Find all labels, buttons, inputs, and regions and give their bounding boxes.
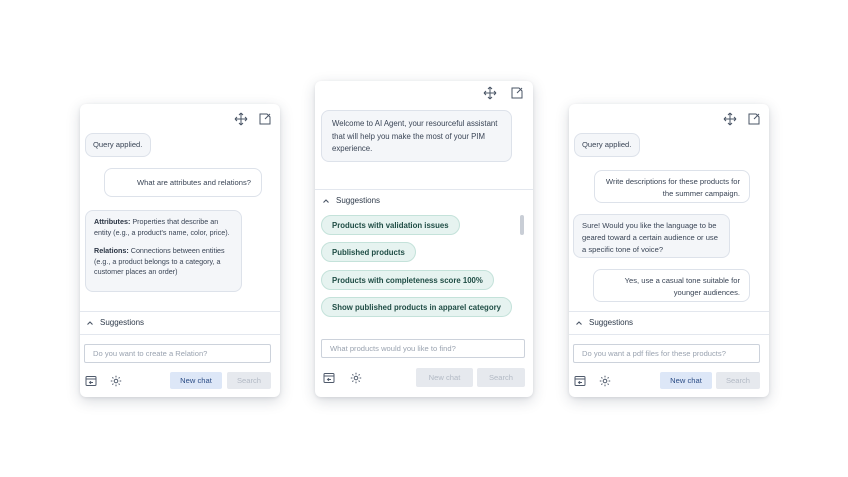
- suggestions-label: Suggestions: [336, 196, 381, 205]
- chat-history-icon[interactable]: [323, 372, 335, 384]
- chat-input[interactable]: Do you want to create a Relation?: [84, 344, 271, 363]
- gear-icon[interactable]: [599, 375, 611, 387]
- chevron-up-icon: [86, 319, 94, 327]
- search-button[interactable]: Search: [716, 372, 760, 389]
- new-chat-button[interactable]: New chat: [170, 372, 222, 389]
- suggestions-toggle[interactable]: Suggestions: [575, 318, 633, 327]
- chat-history-icon[interactable]: [85, 375, 97, 387]
- minimize-window-icon[interactable]: [258, 112, 272, 126]
- chat-panel-left: Query applied. What are attributes and r…: [80, 104, 280, 397]
- bot-message: Sure! Would you like the language to be …: [573, 214, 730, 258]
- divider: [315, 189, 533, 190]
- gear-icon[interactable]: [350, 372, 362, 384]
- attributes-definition: Attributes: Properties that describe an …: [94, 217, 230, 237]
- chat-history-icon[interactable]: [574, 375, 586, 387]
- user-message: Yes, use a casual tone suitable for youn…: [593, 269, 750, 302]
- divider: [569, 334, 769, 335]
- suggestions-label: Suggestions: [589, 318, 634, 327]
- new-chat-button[interactable]: New chat: [416, 368, 473, 387]
- chat-panel-right: Query applied. Write descriptions for th…: [569, 104, 769, 397]
- minimize-window-icon[interactable]: [510, 86, 524, 100]
- suggestion-chip[interactable]: Show published products in apparel categ…: [321, 297, 512, 317]
- user-message: What are attributes and relations?: [104, 168, 262, 197]
- chat-panel-center: Welcome to AI Agent, your resourceful as…: [315, 81, 533, 397]
- user-message: Write descriptions for these products fo…: [594, 170, 750, 203]
- new-chat-button[interactable]: New chat: [660, 372, 712, 389]
- divider: [569, 311, 769, 312]
- minimize-window-icon[interactable]: [747, 112, 761, 126]
- scrollbar-thumb[interactable]: [520, 215, 524, 235]
- suggestions-toggle[interactable]: Suggestions: [322, 196, 380, 205]
- chat-input[interactable]: Do you want a pdf files for these produc…: [573, 344, 760, 363]
- message-query-applied: Query applied.: [574, 133, 640, 157]
- suggestion-chip[interactable]: Products with validation issues: [321, 215, 460, 235]
- chat-input[interactable]: What products would you like to find?: [321, 339, 525, 358]
- search-button[interactable]: Search: [227, 372, 271, 389]
- suggestion-chip[interactable]: Published products: [321, 242, 416, 262]
- search-button[interactable]: Search: [477, 368, 525, 387]
- divider: [80, 334, 280, 335]
- bot-message: Attributes: Properties that describe an …: [85, 210, 242, 292]
- move-arrows-icon[interactable]: [234, 112, 248, 126]
- relations-definition: Relations: Connections between entities …: [94, 246, 225, 276]
- move-arrows-icon[interactable]: [483, 86, 497, 100]
- suggestions-label: Suggestions: [100, 318, 145, 327]
- chevron-up-icon: [575, 319, 583, 327]
- chevron-up-icon: [322, 197, 330, 205]
- message-query-applied: Query applied.: [85, 133, 151, 157]
- gear-icon[interactable]: [110, 375, 122, 387]
- welcome-message: Welcome to AI Agent, your resourceful as…: [321, 110, 512, 162]
- suggestions-toggle[interactable]: Suggestions: [86, 318, 144, 327]
- suggestion-chip[interactable]: Products with completeness score 100%: [321, 270, 494, 290]
- divider: [80, 311, 280, 312]
- move-arrows-icon[interactable]: [723, 112, 737, 126]
